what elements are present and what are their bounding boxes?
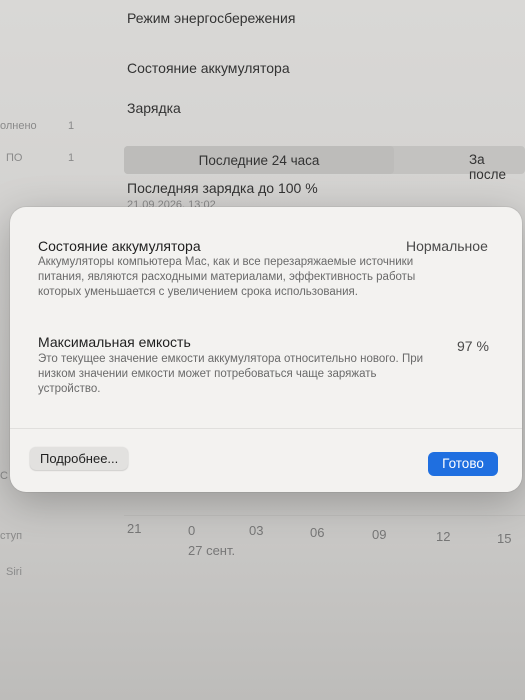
sidebar-item-updates[interactable]: олнено [0, 120, 37, 132]
max-capacity-title: Максимальная емкость [38, 334, 191, 350]
tab-last-24-hours[interactable]: Последние 24 часа [124, 146, 394, 174]
sidebar-count-updates: 1 [68, 120, 75, 132]
axis-tick: 21 [127, 521, 142, 536]
axis-date-label: 27 сент. [188, 543, 236, 558]
max-capacity-description: Это текущее значение емкости аккумулятор… [38, 353, 424, 395]
battery-health-sheet: Состояние аккумулятора Нормальное Аккуму… [10, 207, 522, 492]
more-info-button[interactable]: Подробнее... [30, 447, 129, 470]
axis-tick: 15 [497, 531, 512, 546]
menu-energy-saving[interactable]: Режим энергосбережения [127, 10, 295, 26]
axis-tick: 12 [436, 529, 451, 544]
tab-last-days[interactable]: За после [469, 152, 525, 182]
last-charge-label: Последняя зарядка до 100 % [127, 180, 318, 196]
sidebar-item-software[interactable]: ПО [6, 152, 22, 164]
chart-gridline [124, 515, 525, 516]
done-button[interactable]: Готово [428, 452, 498, 476]
axis-tick: 0 [188, 523, 196, 538]
battery-condition-value: Нормальное [406, 238, 488, 254]
max-capacity-value: 97 % [457, 338, 489, 354]
battery-condition-title: Состояние аккумулятора [38, 238, 201, 254]
menu-charging[interactable]: Зарядка [127, 100, 181, 116]
axis-tick: 06 [310, 525, 325, 540]
sidebar-count-software: 1 [68, 152, 75, 164]
sidebar-item-accessibility[interactable]: ступ [0, 530, 22, 542]
axis-tick: 03 [249, 523, 264, 538]
period-tabs: Последние 24 часа За после [124, 146, 525, 182]
sidebar-item-siri[interactable]: Siri [6, 566, 22, 578]
menu-battery-health[interactable]: Состояние аккумулятора [127, 60, 290, 76]
sidebar-item-partial[interactable]: С [0, 470, 8, 482]
battery-condition-description: Аккумуляторы компьютера Mac, как и все п… [38, 256, 416, 298]
sheet-divider [10, 428, 522, 429]
axis-tick: 09 [372, 527, 387, 542]
